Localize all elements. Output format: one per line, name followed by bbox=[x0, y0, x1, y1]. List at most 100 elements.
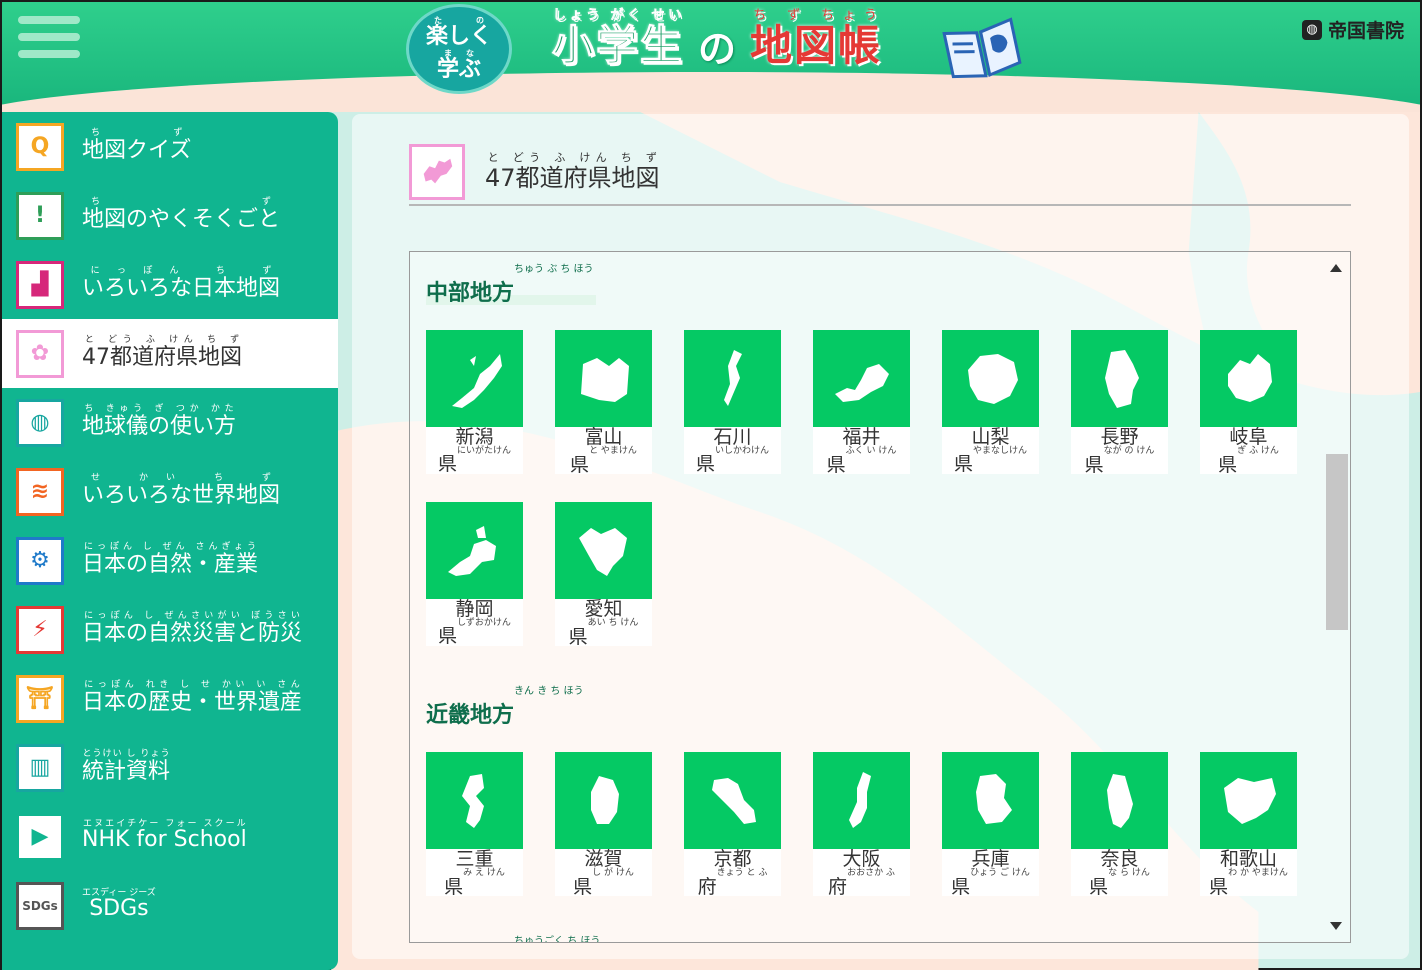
prefecture-shape-icon bbox=[942, 330, 1039, 427]
prefecture-list[interactable]: 中部地方ちゅう ぶ ち ほう新潟県にいがたけん 富山県と やまけん 石川県いしかわけ… bbox=[409, 251, 1351, 943]
prefecture-card[interactable]: 和歌山県わ か やまけん bbox=[1200, 752, 1297, 898]
sidebar-item-8[interactable]: ⛩ 日本の歴史・世界遺産にっぽん れき し せ かい い さん bbox=[2, 664, 338, 733]
japan-map-icon: ▟ bbox=[16, 260, 64, 309]
sidebar-item-label: 地図クイズち ず bbox=[82, 128, 192, 164]
fun-learning-badge: 楽しくたの 学ぶまな bbox=[406, 4, 512, 94]
prefecture-name: 山梨県やまなしけん bbox=[953, 426, 1028, 475]
header-wave-decoration bbox=[2, 72, 1420, 112]
hamburger-menu-icon[interactable] bbox=[18, 16, 80, 68]
prefecture-card[interactable]: 京都府きょう と ふ bbox=[684, 752, 781, 898]
sidebar-item-1[interactable]: ! 地図のやくそくごとち ず bbox=[2, 181, 338, 250]
prefecture-shape-icon bbox=[1071, 330, 1168, 427]
prefecture-card[interactable]: 三重県み え けん bbox=[426, 752, 523, 898]
sidebar-item-5[interactable]: ≋ いろいろな世界地図せ かい ち ず bbox=[2, 457, 338, 526]
open-book-icon bbox=[942, 17, 1022, 79]
prefecture-name: 新潟県にいがたけん bbox=[437, 426, 512, 475]
sidebar-item-3[interactable]: ✿ 47都道府県地図と どう ふ けん ち ず bbox=[2, 319, 338, 388]
prefecture-card[interactable]: 新潟県にいがたけん bbox=[426, 330, 523, 474]
prefecture-card[interactable]: 岐阜県ぎ ふ けん bbox=[1200, 330, 1297, 476]
prefecture-card[interactable]: 福井県ふく い けん bbox=[813, 330, 910, 476]
sidebar-item-label: 地球儀の使い方ち きゅう ぎ つか かた bbox=[82, 404, 237, 440]
scrollbar-thumb[interactable] bbox=[1326, 454, 1348, 630]
prefecture-name: 京都府きょう と ふ bbox=[697, 848, 768, 898]
prefecture-card[interactable]: 富山県と やまけん bbox=[555, 330, 652, 476]
history-icon: ⛩ bbox=[16, 674, 64, 723]
globe-small-icon: ◍ bbox=[1301, 19, 1322, 40]
prefecture-card[interactable]: 兵庫県ひょう ご けん bbox=[942, 752, 1039, 898]
prefecture-shape-icon bbox=[684, 752, 781, 849]
sidebar-menu: Q 地図クイズち ず ! 地図のやくそくごとち ず ▟ いろいろな日本地図にっぽん ち ず… bbox=[2, 112, 338, 970]
quiz-icon: Q bbox=[16, 122, 64, 171]
sidebar-item-9[interactable]: ▥ 統計資料とうけい し りょう bbox=[2, 733, 338, 802]
prefecture-name: 岐阜県ぎ ふ けん bbox=[1218, 426, 1279, 476]
region-heading-2: 中国地方ちゅうごく ち ほう bbox=[426, 936, 600, 942]
publisher-logo[interactable]: ◍ 帝国書院 bbox=[1301, 16, 1404, 43]
panel-header: 47都道府県地図と どう ふ けん ち ず bbox=[409, 140, 1351, 206]
sidebar-item-label: いろいろな世界地図せ かい ち ず bbox=[82, 473, 281, 509]
hokkaido-icon: ✿ bbox=[16, 329, 64, 378]
sidebar-item-6[interactable]: ⚙ 日本の自然・産業にっぽん し ぜん さんぎょう bbox=[2, 526, 338, 595]
sidebar-item-10[interactable]: ▶ NHK for Schoolエヌエイチケー フォー スクール bbox=[2, 802, 338, 871]
exclamation-icon: ! bbox=[16, 191, 64, 240]
prefecture-shape-icon bbox=[555, 502, 652, 599]
prefecture-shape-icon bbox=[555, 752, 652, 849]
prefecture-shape-icon bbox=[1200, 752, 1297, 849]
prefecture-card[interactable]: 大阪府おおさか ふ bbox=[813, 752, 910, 898]
prefecture-card[interactable]: 長野県なが の けん bbox=[1071, 330, 1168, 475]
world-map-icon: ≋ bbox=[16, 467, 64, 516]
sidebar-item-11[interactable]: SDGs SDGsエスディー ジーズ bbox=[2, 871, 338, 940]
prefecture-name: 石川県いしかわけん bbox=[695, 426, 770, 475]
prefecture-shape-icon bbox=[426, 330, 523, 427]
prefecture-shape-icon bbox=[684, 330, 781, 427]
video-play-icon: ▶ bbox=[16, 812, 64, 861]
statistics-icon: ▥ bbox=[16, 743, 64, 792]
prefecture-card[interactable]: 山梨県やまなしけん bbox=[942, 330, 1039, 474]
prefecture-grid-1: 三重県み え けん 滋賀県し が けん 京都府きょう と ふ 大阪府おおさか ふ 兵庫県… bbox=[426, 752, 1297, 898]
prefecture-card[interactable]: 石川県いしかわけん bbox=[684, 330, 781, 474]
vertical-scrollbar[interactable] bbox=[1322, 252, 1350, 942]
sidebar-item-0[interactable]: Q 地図クイズち ず bbox=[2, 112, 338, 181]
prefecture-shape-icon bbox=[1071, 752, 1168, 849]
scroll-down-arrow-icon[interactable] bbox=[1330, 922, 1342, 930]
sidebar-item-label: 日本の自然災害と防災にっぽん し ぜんさいがい ぼうさい bbox=[82, 611, 303, 647]
sidebar-item-label: いろいろな日本地図にっぽん ち ず bbox=[82, 266, 281, 302]
globe-icon: ◍ bbox=[16, 398, 64, 447]
publisher-name: 帝国書院 bbox=[1327, 20, 1404, 42]
prefecture-name: 兵庫県ひょう ご けん bbox=[951, 848, 1030, 898]
sidebar-item-label: 47都道府県地図と どう ふ けん ち ず bbox=[82, 335, 242, 371]
prefecture-card[interactable]: 奈良県な ら けん bbox=[1071, 752, 1168, 898]
sidebar-item-label: 日本の歴史・世界遺産にっぽん れき し せ かい い さん bbox=[82, 680, 303, 716]
sdgs-icon: SDGs bbox=[16, 881, 64, 930]
prefecture-name: 三重県み え けん bbox=[444, 848, 505, 898]
prefecture-shape-icon bbox=[813, 752, 910, 849]
content-panel: 47都道府県地図と どう ふ けん ち ず 中部地方ちゅう ぶ ち ほう新潟県に… bbox=[352, 114, 1409, 959]
prefecture-name: 富山県と やまけん bbox=[570, 426, 637, 476]
region-heading-0: 中部地方ちゅう ぶ ち ほう bbox=[426, 264, 596, 306]
prefecture-name: 静岡県しずおかけん bbox=[438, 598, 511, 647]
scroll-up-arrow-icon[interactable] bbox=[1330, 264, 1342, 272]
app-header: 楽しくたの 学ぶまな 小学生しょう がく せい の 地図帳ち ず ちょう ◍ 帝… bbox=[2, 2, 1420, 112]
prefecture-shape-icon bbox=[426, 752, 523, 849]
prefecture-name: 滋賀県し が けん bbox=[573, 848, 634, 898]
prefecture-card[interactable]: 静岡県しずおかけん bbox=[426, 502, 523, 646]
prefecture-card[interactable]: 愛知県あい ち けん bbox=[555, 502, 652, 648]
sidebar-item-label: 日本の自然・産業にっぽん し ぜん さんぎょう bbox=[82, 542, 259, 578]
sidebar-item-label: 統計資料とうけい し りょう bbox=[82, 749, 171, 785]
prefecture-name: 福井県ふく い けん bbox=[826, 426, 897, 476]
prefecture-grid-0: 新潟県にいがたけん 富山県と やまけん 石川県いしかわけん 福井県ふく い けん 山梨県… bbox=[426, 330, 1297, 648]
sidebar-item-7[interactable]: ⚡ 日本の自然災害と防災にっぽん し ぜんさいがい ぼうさい bbox=[2, 595, 338, 664]
sidebar-item-2[interactable]: ▟ いろいろな日本地図にっぽん ち ず bbox=[2, 250, 338, 319]
region-heading-1: 近畿地方きん き ち ほう bbox=[426, 686, 586, 728]
prefecture-shape-icon bbox=[426, 502, 523, 599]
sidebar-item-label: SDGsエスディー ジーズ bbox=[82, 888, 156, 922]
nature-industry-icon: ⚙ bbox=[16, 536, 64, 585]
hokkaido-icon bbox=[409, 144, 465, 200]
prefecture-name: 大阪府おおさか ふ bbox=[828, 848, 895, 898]
prefecture-name: 愛知県あい ち けん bbox=[568, 598, 639, 648]
prefecture-name: 奈良県な ら けん bbox=[1089, 848, 1150, 898]
sidebar-item-4[interactable]: ◍ 地球儀の使い方ち きゅう ぎ つか かた bbox=[2, 388, 338, 457]
page-title: 47都道府県地図と どう ふ けん ち ず bbox=[485, 151, 660, 192]
prefecture-card[interactable]: 滋賀県し が けん bbox=[555, 752, 652, 898]
sidebar-item-label: NHK for Schoolエヌエイチケー フォー スクール bbox=[82, 819, 247, 853]
prefecture-name: 和歌山県わ か やまけん bbox=[1209, 848, 1288, 898]
